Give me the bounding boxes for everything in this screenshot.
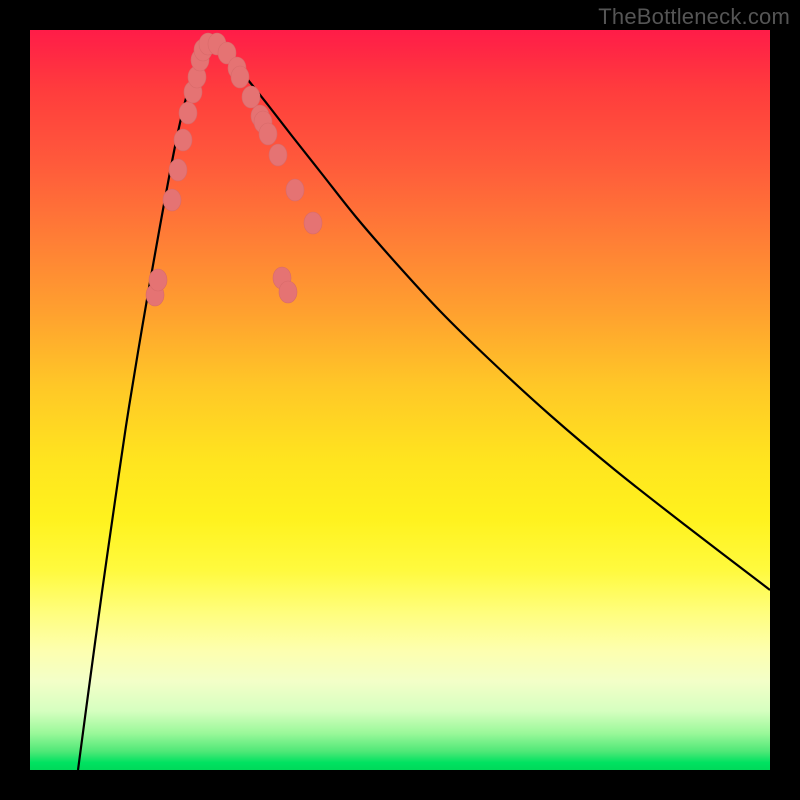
- curve-right-branch: [205, 42, 770, 590]
- watermark-text: TheBottleneck.com: [598, 4, 790, 30]
- data-marker: [304, 212, 322, 234]
- chart-frame: TheBottleneck.com: [0, 0, 800, 800]
- data-marker: [286, 179, 304, 201]
- data-marker: [242, 86, 260, 108]
- data-marker: [163, 189, 181, 211]
- data-marker: [279, 281, 297, 303]
- data-marker: [174, 129, 192, 151]
- data-marker: [179, 102, 197, 124]
- data-marker: [231, 66, 249, 88]
- data-marker: [259, 123, 277, 145]
- data-markers-group: [146, 33, 322, 306]
- data-marker: [269, 144, 287, 166]
- curve-left-branch: [78, 42, 205, 770]
- data-marker: [149, 269, 167, 291]
- plot-area: [30, 30, 770, 770]
- data-marker: [169, 159, 187, 181]
- curve-layer: [30, 30, 770, 770]
